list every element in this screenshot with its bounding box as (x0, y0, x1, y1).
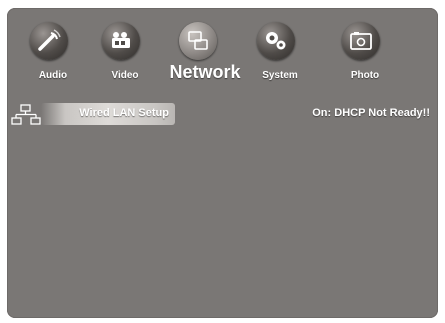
settings-screen: Audio Video Network System Photo Wired L… (7, 8, 438, 318)
wired-lan-icon (11, 104, 41, 125)
nav-item-system[interactable]: System (240, 8, 320, 93)
menu-item-wired-lan-setup[interactable]: Wired LAN Setup (41, 103, 175, 125)
nav-label-audio: Audio (38, 70, 68, 81)
nav-label-system: System (262, 70, 298, 81)
menu-item-label: Wired LAN Setup (79, 107, 169, 119)
status-text: On: DHCP Not Ready!! (312, 107, 430, 119)
audio-icon (30, 22, 68, 60)
nav-label-photo: Photo (350, 70, 380, 81)
nav-item-network[interactable]: Network (165, 8, 245, 93)
category-nav: Audio Video Network System Photo (7, 8, 438, 98)
nav-item-audio[interactable]: Audio (13, 8, 93, 93)
nav-label-video: Video (111, 70, 139, 81)
system-icon (257, 22, 295, 60)
photo-icon (342, 22, 380, 60)
nav-item-video[interactable]: Video (85, 8, 165, 93)
video-icon (102, 22, 140, 60)
network-icon (179, 22, 217, 60)
nav-label-network: Network (169, 62, 241, 82)
nav-item-photo[interactable]: Photo (332, 8, 412, 93)
